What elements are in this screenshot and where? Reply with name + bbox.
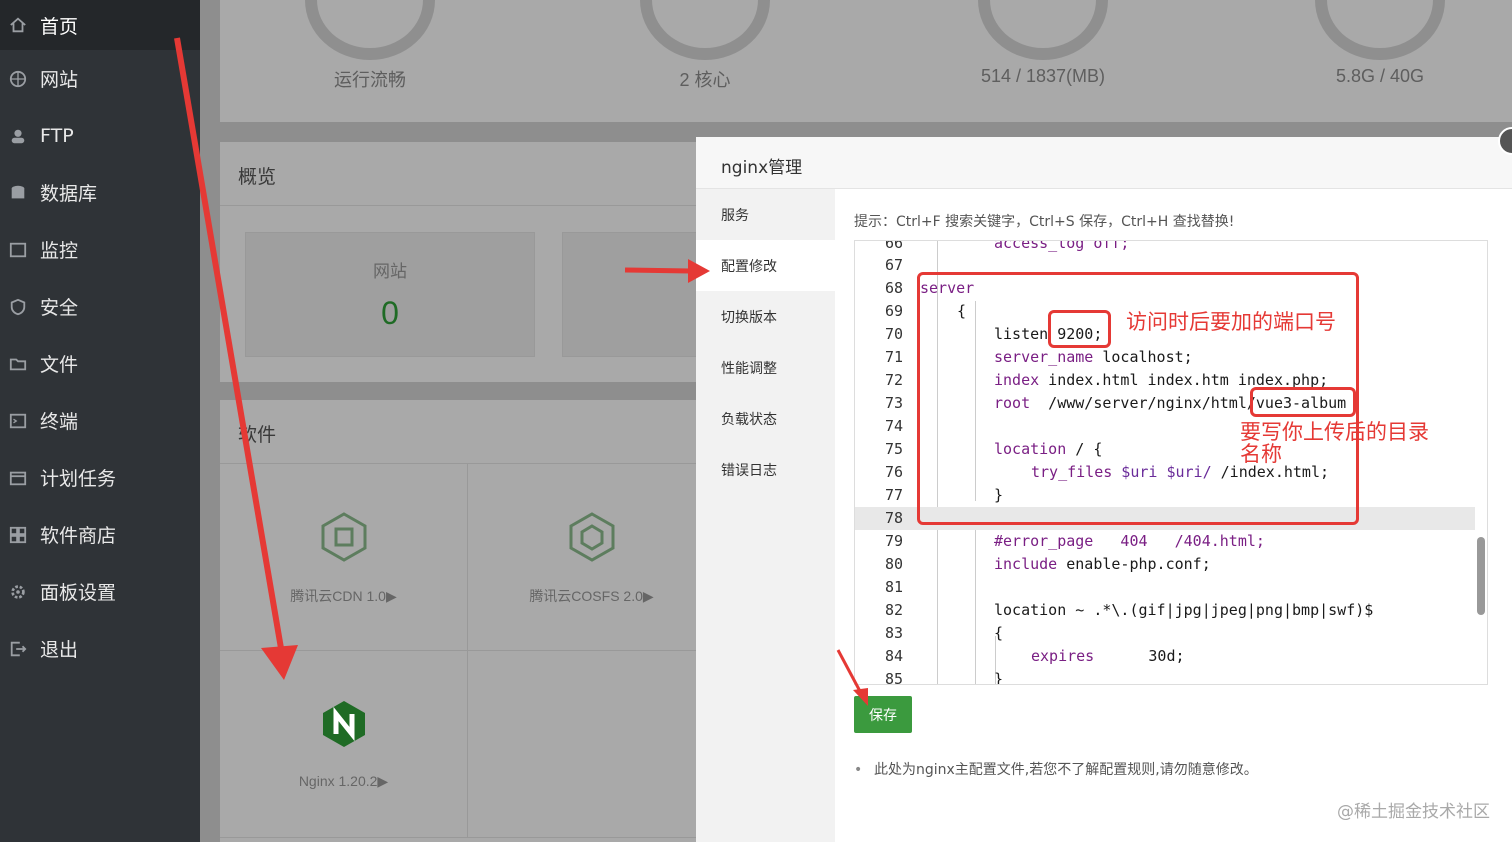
code-line: 82 location ~ .*\.(gif|jpg|jpeg|png|bmp|s…: [884, 601, 1374, 619]
tab-error-log[interactable]: 错误日志: [696, 444, 835, 495]
gear-icon: [8, 582, 28, 602]
folder-icon: [8, 354, 28, 374]
disk-gauge: [1315, 0, 1445, 60]
disk-label: 5.8G / 40G: [1335, 66, 1425, 86]
home-icon: [8, 15, 28, 35]
config-note: • 此处为nginx主配置文件,若您不了解配置规则,请勿随意修改。: [854, 759, 1258, 779]
sidebar-item-label: 计划任务: [40, 468, 117, 490]
sidebar-item-label: FTP: [40, 124, 74, 147]
cpu-label: 2 核心: [679, 70, 731, 90]
modal-title: nginx管理: [721, 158, 803, 178]
root-dir-highlight: [1250, 387, 1356, 417]
globe-icon: [8, 69, 28, 89]
code-line: 84 expires 30d;: [884, 647, 1185, 665]
software-item-cdn[interactable]: 腾讯云CDN 1.0▶: [220, 464, 468, 651]
sidebar-item-ftp[interactable]: FTP: [0, 107, 200, 164]
sidebar-item-settings[interactable]: 面板设置: [0, 563, 200, 620]
site-count-box[interactable]: 网站 0: [245, 232, 535, 357]
sidebar-item-terminal[interactable]: 终端: [0, 392, 200, 449]
calendar-icon: [8, 468, 28, 488]
dir-annotation-line2: 名称: [1240, 442, 1282, 466]
sidebar-item-label: 退出: [40, 639, 79, 661]
sidebar-item-label: 终端: [40, 411, 79, 433]
sidebar-item-home[interactable]: 首页: [0, 0, 200, 50]
config-note-text: 此处为nginx主配置文件,若您不了解配置规则,请勿随意修改。: [874, 762, 1258, 778]
code-line: 81: [884, 578, 903, 596]
software-name: Nginx 1.20.2▶: [298, 773, 389, 789]
modal-header: nginx管理: [696, 137, 1512, 189]
code-line: 85}: [884, 670, 1004, 685]
sidebar-item-label: 文件: [40, 354, 79, 376]
bullet-icon: •: [854, 762, 863, 778]
sidebar-item-files[interactable]: 文件: [0, 335, 200, 392]
sidebar-item-monitor[interactable]: 监控: [0, 221, 200, 278]
software-item-cosfs[interactable]: 腾讯云COSFS 2.0▶: [468, 464, 716, 651]
memory-gauge: [978, 0, 1108, 60]
cdn-icon: [321, 512, 366, 562]
tab-performance[interactable]: 性能调整: [696, 342, 835, 393]
code-line: 66 access_log off;: [884, 240, 1130, 252]
terminal-icon: [8, 411, 28, 431]
sidebar-item-security[interactable]: 安全: [0, 278, 200, 335]
sidebar-item-logout[interactable]: 退出: [0, 620, 200, 677]
sidebar-item-cron[interactable]: 计划任务: [0, 449, 200, 506]
status-gauge: [305, 0, 435, 60]
editor-scrollbar[interactable]: [1477, 537, 1485, 615]
sidebar-item-label: 面板设置: [40, 582, 117, 604]
tab-config[interactable]: 配置修改: [696, 240, 835, 291]
sidebar-item-label: 数据库: [40, 183, 98, 205]
watermark: @稀土掘金技术社区: [1337, 802, 1490, 822]
database-icon: [8, 183, 28, 203]
cosfs-icon: [569, 512, 614, 562]
status-label: 运行流畅: [334, 70, 406, 90]
software-name: 腾讯云COSFS 2.0▶: [529, 588, 654, 604]
shield-icon: [8, 297, 28, 317]
save-button[interactable]: 保存: [854, 696, 912, 733]
sidebar-item-store[interactable]: 软件商店: [0, 506, 200, 563]
sidebar-item-label: 首页: [40, 15, 79, 38]
tab-service[interactable]: 服务: [696, 189, 835, 240]
software-item-nginx[interactable]: Nginx 1.20.2▶: [220, 651, 468, 838]
port-highlight: [1048, 310, 1111, 348]
grid-icon: [8, 525, 28, 545]
sidebar-item-label: 软件商店: [40, 525, 117, 547]
software-title: 软件: [238, 424, 277, 446]
sidebar-item-website[interactable]: 网站: [0, 50, 200, 107]
stats-card: 运行流畅 2 核心 514 / 1837(MB) 5.8G / 40G: [220, 0, 1512, 122]
code-line: 83{: [884, 624, 1004, 642]
logout-icon: [8, 639, 28, 659]
code-line: 79 #error_page 404 /404.html;: [884, 532, 1265, 550]
tab-version[interactable]: 切换版本: [696, 291, 835, 342]
sidebar-item-label: 监控: [40, 240, 79, 262]
code-line: 80 include enable-php.conf;: [884, 555, 1211, 573]
site-count-value: 0: [381, 295, 399, 331]
cpu-gauge: [640, 0, 770, 60]
user-icon: [8, 126, 28, 146]
site-count-label: 网站: [373, 262, 407, 282]
sidebar-item-label: 网站: [40, 69, 79, 91]
sidebar-item-label: 安全: [40, 297, 79, 319]
editor-hint: 提示：Ctrl+F 搜索关键字，Ctrl+S 保存，Ctrl+H 查找替换!: [854, 214, 1235, 230]
software-item-empty: [468, 651, 716, 838]
sidebar-item-database[interactable]: 数据库: [0, 164, 200, 221]
software-name: 腾讯云CDN 1.0▶: [290, 588, 397, 604]
dir-annotation-line1: 要写你上传后的目录: [1240, 420, 1429, 444]
modal-tabs: 服务 配置修改 切换版本 性能调整 负载状态 错误日志: [696, 189, 835, 842]
monitor-icon: [8, 240, 28, 260]
port-annotation: 访问时后要加的端口号: [1126, 310, 1336, 334]
nginx-icon: [322, 701, 365, 747]
tab-load-status[interactable]: 负载状态: [696, 393, 835, 444]
memory-label: 514 / 1837(MB): [980, 66, 1106, 86]
overview-title: 概览: [238, 166, 277, 188]
sidebar: 首页 网站 FTP 数据库 监控 安全 文件 终端 计划任务 软件商店 面板设置: [0, 0, 200, 842]
